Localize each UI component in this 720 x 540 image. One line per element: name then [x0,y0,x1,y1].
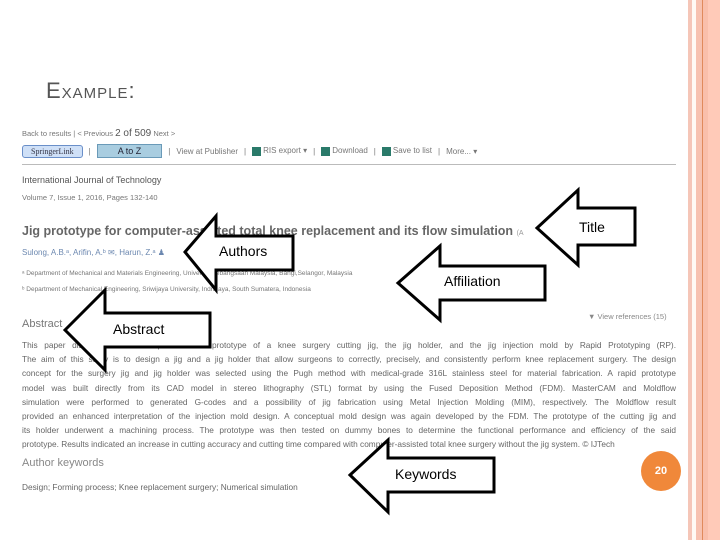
callout-arrows [62,186,637,516]
page-number: 20 [641,451,681,491]
authors-callout: Authors [219,243,268,259]
abstract-callout: Abstract [113,321,165,337]
title-callout: Title [579,219,605,235]
affiliation-callout: Affiliation [444,273,501,289]
keywords-callout: Keywords [395,466,457,482]
